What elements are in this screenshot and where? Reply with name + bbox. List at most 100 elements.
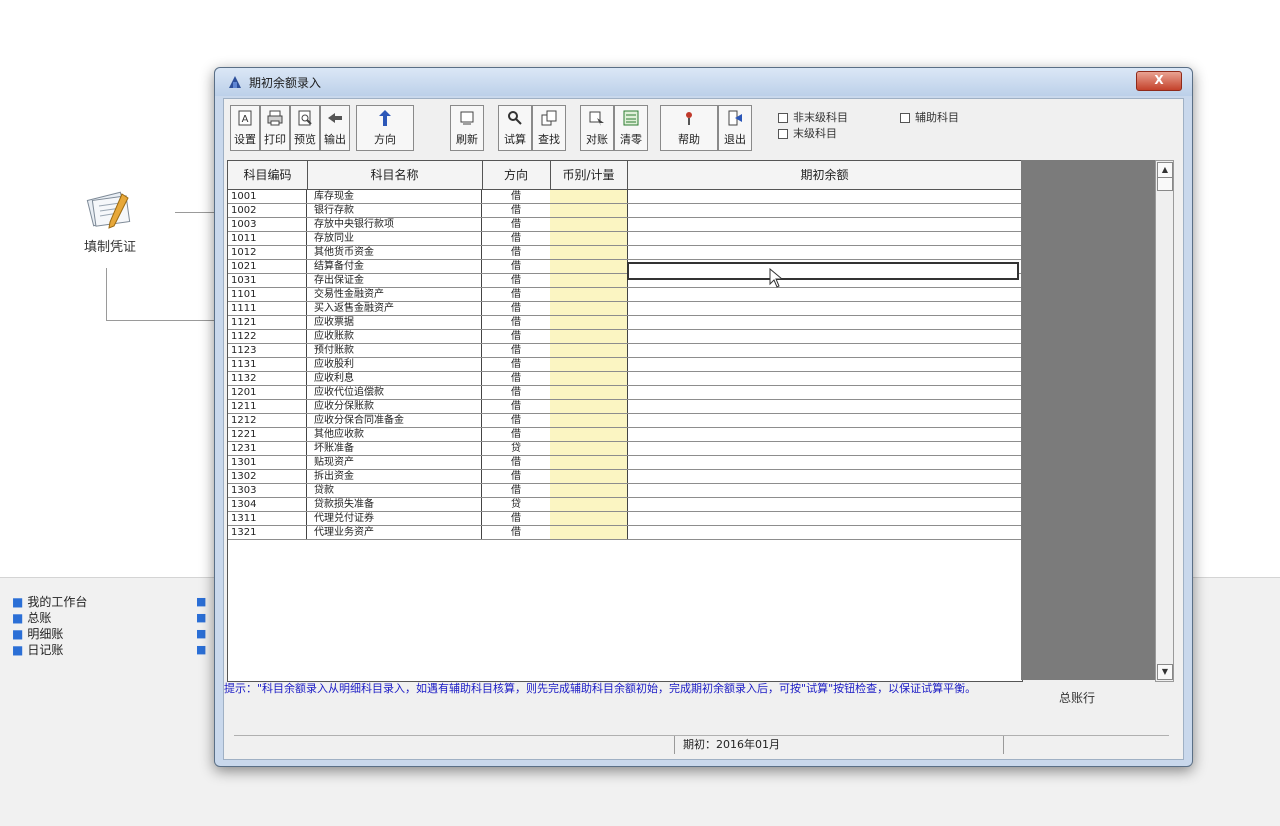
account-name-cell[interactable]: 坏账准备 bbox=[307, 442, 482, 455]
table-row[interactable]: 1111 买入返售金融资产借 bbox=[228, 302, 1022, 316]
account-code-cell[interactable]: 1031 bbox=[228, 274, 307, 287]
currency-cell[interactable] bbox=[550, 414, 628, 427]
nav-item[interactable]: ■ 明细账 bbox=[12, 626, 87, 642]
account-code-cell[interactable]: 1221 bbox=[228, 428, 307, 441]
table-row[interactable]: 1302 拆出资金借 bbox=[228, 470, 1022, 484]
opening-balance-cell[interactable] bbox=[627, 498, 1022, 511]
account-name-cell[interactable]: 存放同业 bbox=[307, 232, 482, 245]
account-name-cell[interactable]: 存出保证金 bbox=[307, 274, 482, 287]
direction-cell[interactable]: 贷 bbox=[482, 442, 551, 455]
direction-cell[interactable]: 借 bbox=[482, 330, 551, 343]
direction-cell[interactable]: 借 bbox=[482, 512, 551, 525]
currency-cell[interactable] bbox=[550, 274, 628, 287]
opening-balance-cell[interactable] bbox=[627, 358, 1022, 371]
table-row[interactable]: 1221 其他应收款借 bbox=[228, 428, 1022, 442]
account-name-cell[interactable]: 贴现资产 bbox=[307, 456, 482, 469]
account-code-cell[interactable]: 1003 bbox=[228, 218, 307, 231]
direction-cell[interactable]: 借 bbox=[482, 232, 551, 245]
direction-cell[interactable]: 借 bbox=[482, 484, 551, 497]
currency-cell[interactable] bbox=[550, 456, 628, 469]
currency-cell[interactable] bbox=[550, 358, 628, 371]
currency-cell[interactable] bbox=[550, 316, 628, 329]
table-row[interactable]: 1311 代理兑付证券借 bbox=[228, 512, 1022, 526]
currency-cell[interactable] bbox=[550, 330, 628, 343]
opening-balance-cell[interactable] bbox=[627, 456, 1022, 469]
table-row[interactable]: 1303 贷款借 bbox=[228, 484, 1022, 498]
account-code-cell[interactable]: 1212 bbox=[228, 414, 307, 427]
direction-cell[interactable]: 借 bbox=[482, 288, 551, 301]
direction-cell[interactable]: 借 bbox=[482, 400, 551, 413]
account-code-cell[interactable]: 1303 bbox=[228, 484, 307, 497]
table-row[interactable]: 1122 应收账款借 bbox=[228, 330, 1022, 344]
account-name-cell[interactable]: 应收票据 bbox=[307, 316, 482, 329]
currency-cell[interactable] bbox=[550, 232, 628, 245]
account-code-cell[interactable]: 1231 bbox=[228, 442, 307, 455]
account-name-cell[interactable]: 应收利息 bbox=[307, 372, 482, 385]
scroll-thumb[interactable] bbox=[1157, 177, 1173, 191]
selected-balance-cell[interactable] bbox=[627, 262, 1019, 280]
account-code-cell[interactable]: 1001 bbox=[228, 190, 307, 203]
reconcile-button[interactable]: 对账 bbox=[580, 105, 614, 151]
opening-balance-cell[interactable] bbox=[627, 204, 1022, 217]
opening-balance-cell[interactable] bbox=[627, 330, 1022, 343]
balance-grid[interactable]: 科目编码 科目名称 方向 币别/计量 期初余额 1001 库存现金借 1002 银行存… bbox=[227, 160, 1023, 682]
scroll-up-icon[interactable]: ▲ bbox=[1157, 162, 1173, 178]
account-name-cell[interactable]: 库存现金 bbox=[307, 190, 482, 203]
nav-item[interactable]: ■ 我的工作台 bbox=[12, 594, 87, 610]
opening-balance-cell[interactable] bbox=[627, 218, 1022, 231]
table-row[interactable]: 1123 预付账款借 bbox=[228, 344, 1022, 358]
currency-cell[interactable] bbox=[550, 344, 628, 357]
export-button[interactable]: 输出 bbox=[320, 105, 350, 151]
direction-cell[interactable]: 借 bbox=[482, 260, 551, 273]
account-name-cell[interactable]: 其他应收款 bbox=[307, 428, 482, 441]
direction-cell[interactable]: 借 bbox=[482, 190, 551, 203]
currency-cell[interactable] bbox=[550, 400, 628, 413]
account-code-cell[interactable]: 1321 bbox=[228, 526, 307, 539]
help-button[interactable]: 帮助 bbox=[660, 105, 718, 151]
direction-cell[interactable]: 借 bbox=[482, 358, 551, 371]
account-code-cell[interactable]: 1302 bbox=[228, 470, 307, 483]
direction-cell[interactable]: 借 bbox=[482, 456, 551, 469]
currency-cell[interactable] bbox=[550, 498, 628, 511]
account-code-cell[interactable]: 1123 bbox=[228, 344, 307, 357]
account-code-cell[interactable]: 1012 bbox=[228, 246, 307, 259]
table-row[interactable]: 1101 交易性金融资产借 bbox=[228, 288, 1022, 302]
currency-cell[interactable] bbox=[550, 512, 628, 525]
currency-cell[interactable] bbox=[550, 260, 628, 273]
table-row[interactable]: 1001 库存现金借 bbox=[228, 190, 1022, 204]
account-code-cell[interactable]: 1021 bbox=[228, 260, 307, 273]
account-name-cell[interactable]: 代理业务资产 bbox=[307, 526, 482, 539]
direction-cell[interactable]: 贷 bbox=[482, 498, 551, 511]
direction-cell[interactable]: 借 bbox=[482, 302, 551, 315]
direction-cell[interactable]: 借 bbox=[482, 218, 551, 231]
preview-button[interactable]: 预览 bbox=[290, 105, 320, 151]
currency-cell[interactable] bbox=[550, 442, 628, 455]
currency-cell[interactable] bbox=[550, 204, 628, 217]
direction-cell[interactable]: 借 bbox=[482, 344, 551, 357]
title-bar[interactable]: 期初余额录入 X bbox=[215, 68, 1192, 96]
account-name-cell[interactable]: 结算备付金 bbox=[307, 260, 482, 273]
account-name-cell[interactable]: 买入返售金融资产 bbox=[307, 302, 482, 315]
table-row[interactable]: 1121 应收票据借 bbox=[228, 316, 1022, 330]
table-row[interactable]: 1231 坏账准备贷 bbox=[228, 442, 1022, 456]
table-row[interactable]: 1201 应收代位追偿款借 bbox=[228, 386, 1022, 400]
header-currency[interactable]: 币别/计量 bbox=[550, 161, 628, 189]
opening-balance-cell[interactable] bbox=[627, 400, 1022, 413]
header-opening-balance[interactable]: 期初余额 bbox=[627, 161, 1022, 189]
opening-balance-cell[interactable] bbox=[627, 344, 1022, 357]
account-name-cell[interactable]: 应收代位追偿款 bbox=[307, 386, 482, 399]
account-name-cell[interactable]: 存放中央银行款项 bbox=[307, 218, 482, 231]
account-name-cell[interactable]: 其他货币资金 bbox=[307, 246, 482, 259]
currency-cell[interactable] bbox=[550, 526, 628, 539]
clear-button[interactable]: 清零 bbox=[614, 105, 648, 151]
direction-cell[interactable]: 借 bbox=[482, 372, 551, 385]
account-name-cell[interactable]: 应收分保合同准备金 bbox=[307, 414, 482, 427]
account-code-cell[interactable]: 1131 bbox=[228, 358, 307, 371]
account-code-cell[interactable]: 1301 bbox=[228, 456, 307, 469]
currency-cell[interactable] bbox=[550, 428, 628, 441]
opening-balance-cell[interactable] bbox=[627, 372, 1022, 385]
table-row[interactable]: 1211 应收分保账款借 bbox=[228, 400, 1022, 414]
table-row[interactable]: 1304 贷款损失准备贷 bbox=[228, 498, 1022, 512]
table-row[interactable]: 1012 其他货币资金借 bbox=[228, 246, 1022, 260]
scroll-down-icon[interactable]: ▼ bbox=[1157, 664, 1173, 680]
